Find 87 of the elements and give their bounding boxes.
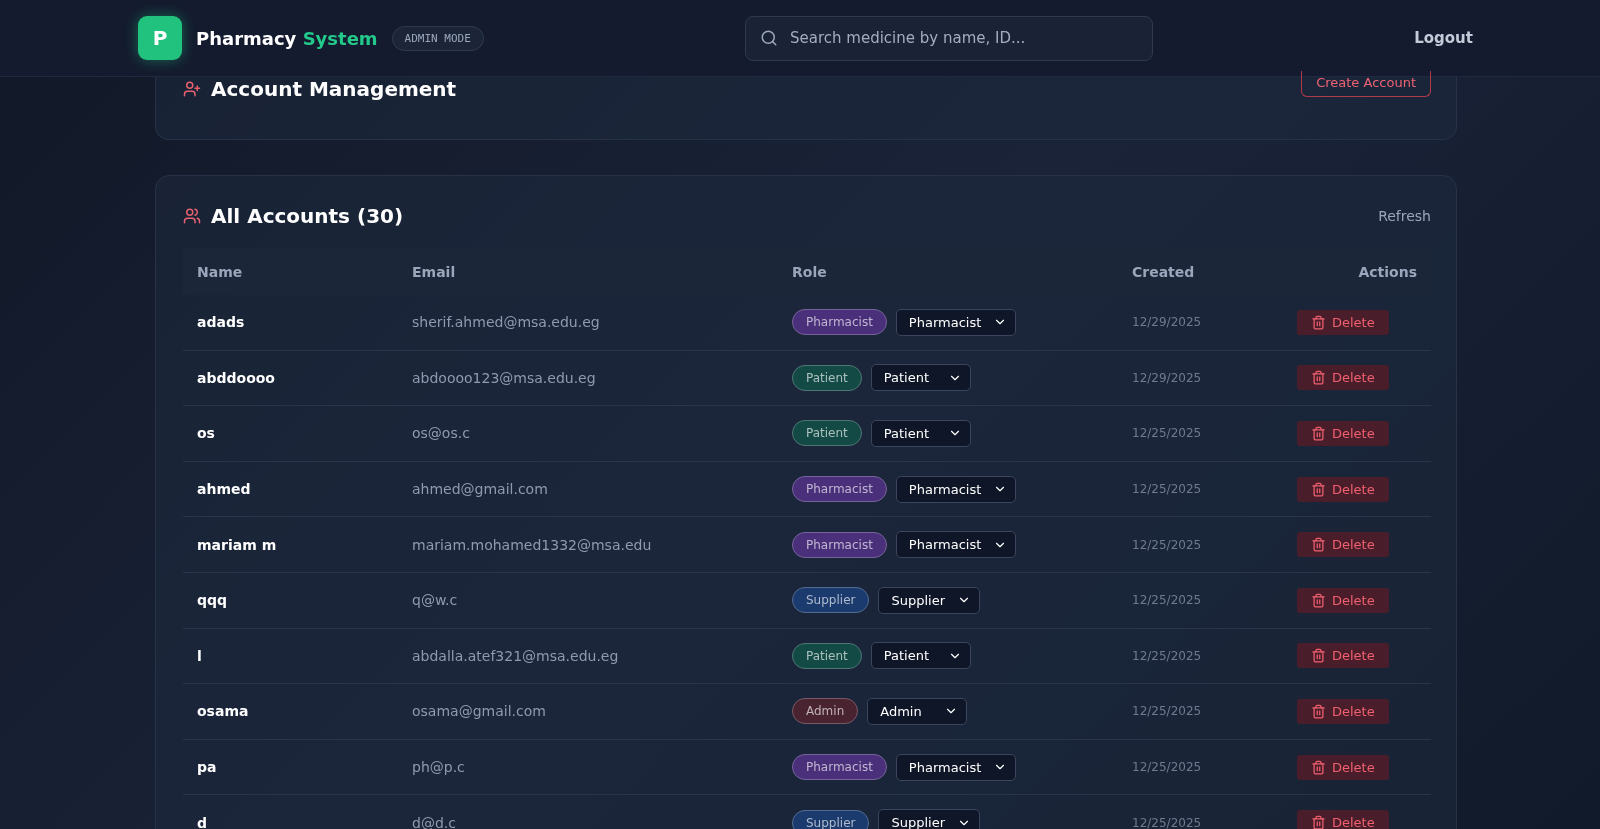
search-icon (760, 29, 779, 47)
created-cell-text: 12/25/2025 (1132, 593, 1203, 608)
role-badge: Pharmacist (792, 531, 887, 558)
role-badge: Pharmacist (792, 309, 887, 336)
created-cell-text: 12/25/2025 (1132, 760, 1203, 775)
trash-icon (1311, 648, 1326, 664)
role-select[interactable]: Pharmacist (895, 753, 1017, 781)
role-select[interactable]: Pharmacist (895, 531, 1017, 559)
trash-icon (1311, 759, 1326, 775)
created-cell-text: 12/29/2025 (1132, 370, 1203, 385)
email-cell-text: sherif.ahmed@msa.edu.eg (412, 314, 601, 331)
delete-button[interactable]: Delete (1297, 810, 1389, 829)
column-header: Created (1132, 263, 1196, 280)
email-cell-text: mariam.mohamed1332@msa.edu (412, 536, 653, 553)
create-account-button[interactable]: Create Account (1301, 71, 1431, 97)
delete-button[interactable]: Delete (1297, 309, 1389, 335)
refresh-link[interactable]: Refresh (1378, 208, 1431, 224)
role-select[interactable]: Patient (870, 364, 971, 392)
app-title: Pharmacy System (196, 27, 378, 49)
email-cell-text: abdalla.atef321@msa.edu.eg (412, 647, 620, 664)
trash-icon (1311, 592, 1326, 608)
trash-icon (1311, 426, 1326, 441)
delete-button[interactable]: Delete (1297, 532, 1389, 558)
email-cell-text: osama@gmail.com (412, 703, 547, 720)
logo: P (138, 16, 182, 60)
role-select[interactable]: Patient (870, 642, 971, 670)
role-badge: Admin (792, 698, 859, 725)
role-select[interactable]: Supplier (878, 809, 980, 829)
created-cell-text: 12/29/2025 (1132, 315, 1203, 330)
email-cell-text: os@os.c (412, 425, 471, 442)
name-cell-text: os (197, 425, 216, 442)
role-select[interactable]: Pharmacist (895, 475, 1017, 503)
delete-button[interactable]: Delete (1297, 587, 1389, 613)
role-badge: Patient (792, 364, 862, 391)
trash-icon (1311, 314, 1326, 330)
created-cell-text: 12/25/2025 (1132, 426, 1203, 441)
created-cell-text: 12/25/2025 (1132, 704, 1203, 719)
role-select[interactable]: Patient (870, 420, 971, 447)
role-badge: Patient (792, 420, 862, 447)
add-user-icon (183, 80, 201, 98)
trash-icon (1311, 481, 1326, 497)
trash-icon (1311, 537, 1326, 553)
name-cell-text: osama (197, 703, 250, 720)
role-badge: Patient (792, 642, 862, 669)
created-cell-text: 12/25/2025 (1132, 482, 1203, 497)
name-cell-text: abddoooo (197, 369, 276, 386)
created-cell-text: 12/25/2025 (1132, 537, 1203, 552)
delete-button[interactable]: Delete (1297, 421, 1389, 446)
name-cell-text: ahmed (197, 481, 252, 498)
role-select[interactable]: Supplier (878, 586, 980, 614)
delete-button[interactable]: Delete (1297, 698, 1389, 724)
search-field[interactable]: Search medicine by name, ID... (745, 15, 1154, 61)
name-cell-text: d (197, 814, 209, 829)
trash-icon (1311, 815, 1326, 829)
role-select[interactable]: Admin (867, 697, 968, 725)
name-cell-text: adads (197, 314, 246, 331)
users-icon (183, 207, 201, 225)
email-cell-text: abdoooo123@msa.edu.eg (412, 369, 597, 386)
created-cell-text: 12/25/2025 (1132, 815, 1203, 829)
name-cell-text: qqq (197, 592, 229, 609)
delete-button[interactable]: Delete (1297, 754, 1389, 780)
created-cell-text: 12/25/2025 (1132, 648, 1203, 663)
name-cell-text: pa (197, 759, 218, 776)
role-badge: Pharmacist (792, 754, 887, 781)
delete-button[interactable]: Delete (1297, 476, 1389, 502)
trash-icon (1311, 703, 1326, 719)
name-cell-text: l (197, 647, 203, 664)
email-cell-text: ph@p.c (412, 759, 466, 776)
mode-badge: ADMIN MODE (391, 25, 484, 51)
search-input[interactable]: Search medicine by name, ID... (788, 28, 1139, 48)
logout-link[interactable]: Logout (1414, 29, 1473, 47)
section-title: All Accounts (30) (211, 204, 404, 228)
role-select[interactable]: Pharmacist (895, 308, 1017, 336)
column-header: Name (197, 263, 244, 280)
role-badge: Supplier (792, 587, 870, 614)
column-header: Role (792, 263, 828, 280)
role-badge: Supplier (792, 809, 870, 829)
column-header: Actions (1357, 263, 1417, 280)
delete-button[interactable]: Delete (1297, 643, 1389, 669)
trash-icon (1311, 370, 1326, 386)
email-cell-text: ahmed@gmail.com (412, 481, 549, 498)
name-cell-text: mariam m (197, 536, 278, 553)
column-header: Email (412, 263, 457, 280)
email-cell-text: q@w.c (412, 592, 459, 609)
delete-button[interactable]: Delete (1297, 365, 1389, 391)
section-title: Account Management (211, 77, 457, 101)
role-badge: Pharmacist (792, 476, 887, 503)
